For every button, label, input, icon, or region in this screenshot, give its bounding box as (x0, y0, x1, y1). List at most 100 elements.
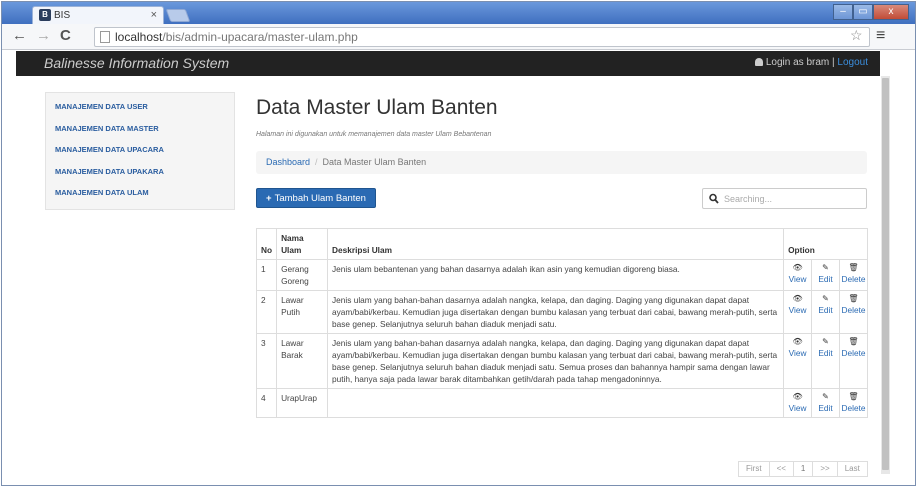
trash-icon: 🗑 (848, 392, 859, 401)
maximize-button[interactable]: ▭ (853, 4, 873, 20)
title-bar: B BIS × – ▭ x (2, 2, 915, 24)
edit-button[interactable]: ✎ Edit (811, 290, 840, 334)
view-label: View (788, 305, 807, 315)
logout-link[interactable]: Logout (837, 57, 868, 68)
view-button[interactable]: 👁 View (783, 333, 813, 389)
edit-button[interactable]: ✎ Edit (811, 388, 840, 418)
search-icon (709, 193, 719, 204)
tab-title: BIS (54, 10, 71, 21)
sidebar-item-user[interactable]: MANAJEMEN DATA USER (46, 96, 234, 118)
breadcrumb-dashboard[interactable]: Dashboard (266, 157, 310, 167)
eye-icon: 👁 (792, 392, 803, 401)
view-button[interactable]: 👁 View (783, 388, 813, 418)
scrollbar-thumb[interactable] (882, 78, 889, 470)
page-icon (100, 31, 110, 43)
url-bar[interactable]: localhost/bis/admin-upacara/master-ulam.… (94, 27, 870, 47)
cell-name: Lawar Barak (276, 333, 329, 389)
table-row: 4 UrapUrap 👁 View ✎ Edit 🗑 Delete (255, 388, 869, 418)
cell-desc: Jenis ulam yang bahan-bahan dasarnya ada… (327, 290, 785, 334)
new-tab-button[interactable] (165, 9, 191, 22)
trash-icon: 🗑 (848, 294, 859, 303)
tab-close-icon[interactable]: × (151, 7, 157, 24)
page-next[interactable]: >> (812, 461, 838, 477)
edit-icon: ✎ (822, 337, 829, 346)
forward-arrow-icon[interactable]: → (36, 28, 51, 44)
favicon-icon: B (39, 9, 51, 22)
sidebar: MANAJEMEN DATA USER MANAJEMEN DATA MASTE… (45, 92, 235, 210)
delete-label: Delete (841, 305, 866, 315)
cell-no: 1 (255, 259, 278, 291)
view-button[interactable]: 👁 View (783, 259, 813, 291)
cell-name: UrapUrap (276, 388, 329, 418)
top-navbar: Balinesse Information System Login as br… (16, 51, 880, 76)
edit-button[interactable]: ✎ Edit (811, 333, 840, 389)
minimize-button[interactable]: – (833, 4, 853, 20)
view-label: View (788, 274, 807, 284)
delete-label: Delete (841, 403, 866, 413)
reload-icon[interactable]: C (60, 28, 71, 44)
page-first[interactable]: First (738, 461, 770, 477)
view-label: View (788, 348, 807, 358)
table-header-row: No Nama Ulam Deskripsi Ulam Option (255, 228, 868, 260)
add-ulam-button[interactable]: + Tambah Ulam Banten (256, 188, 376, 208)
browser-menu-icon[interactable]: ≡ (876, 27, 885, 45)
edit-label: Edit (818, 274, 833, 284)
page-title: Data Master Ulam Banten (256, 96, 498, 119)
close-window-button[interactable]: x (873, 4, 909, 20)
table-row: 3 Lawar Barak Jenis ulam yang bahan-baha… (255, 333, 869, 389)
header-name: Nama Ulam (276, 228, 329, 260)
edit-label: Edit (818, 305, 833, 315)
delete-label: Delete (841, 348, 866, 358)
sidebar-item-master[interactable]: MANAJEMEN DATA MASTER (46, 118, 234, 140)
browser-tab[interactable]: B BIS × (32, 6, 164, 24)
cell-name: Lawar Putih (276, 290, 329, 334)
eye-icon: 👁 (792, 263, 803, 272)
sidebar-item-ulam[interactable]: MANAJEMEN DATA ULAM (46, 182, 234, 204)
page-current[interactable]: 1 (792, 461, 814, 477)
trash-icon: 🗑 (848, 263, 859, 272)
edit-icon: ✎ (822, 392, 829, 401)
vertical-scrollbar[interactable] (881, 76, 890, 474)
delete-button[interactable]: 🗑 Delete (838, 388, 869, 418)
trash-icon: 🗑 (848, 337, 859, 346)
cell-no: 2 (255, 290, 278, 334)
url-host: localhost (115, 30, 163, 44)
cell-no: 4 (255, 388, 278, 418)
edit-label: Edit (818, 403, 833, 413)
page-prev[interactable]: << (768, 461, 794, 477)
search-box (702, 188, 867, 209)
edit-icon: ✎ (822, 294, 829, 303)
edit-label: Edit (818, 348, 833, 358)
breadcrumb-separator: / (315, 157, 318, 167)
edit-button[interactable]: ✎ Edit (811, 259, 840, 291)
cell-no: 3 (255, 333, 278, 389)
table-row: 2 Lawar Putih Jenis ulam yang bahan-baha… (255, 290, 869, 334)
window-controls: – ▭ x (833, 4, 909, 20)
cell-desc: Jenis ulam yang bahan-bahan dasarnya ada… (327, 333, 785, 389)
login-text: Login as bram | (765, 57, 838, 68)
cell-desc (327, 388, 785, 418)
sidebar-item-upacara[interactable]: MANAJEMEN DATA UPACARA (46, 139, 234, 161)
cell-name: Gerang Goreng (276, 259, 329, 291)
back-arrow-icon[interactable]: ← (12, 28, 27, 44)
header-option: Option (783, 228, 868, 260)
browser-window: B BIS × – ▭ x ← → C localhost/bis/admin-u… (1, 1, 916, 486)
add-ulam-label: Tambah Ulam Banten (274, 193, 366, 204)
delete-button[interactable]: 🗑 Delete (838, 290, 869, 334)
cell-desc: Jenis ulam bebantenan yang bahan dasarny… (327, 259, 785, 291)
pagination: First << 1 >> Last (738, 461, 868, 477)
page-last[interactable]: Last (836, 461, 868, 477)
bookmark-star-icon[interactable]: ☆ (850, 27, 863, 44)
view-label: View (788, 403, 807, 413)
plus-icon: + (266, 193, 272, 204)
delete-button[interactable]: 🗑 Delete (838, 333, 869, 389)
sidebar-item-upakara[interactable]: MANAJEMEN DATA UPAKARA (46, 161, 234, 183)
brand-title[interactable]: Balinesse Information System (44, 55, 229, 71)
view-button[interactable]: 👁 View (783, 290, 813, 334)
delete-button[interactable]: 🗑 Delete (838, 259, 869, 291)
url-path: /bis/admin-upacara/master-ulam.php (162, 30, 358, 44)
header-no: No (255, 228, 278, 260)
search-input[interactable] (724, 191, 862, 206)
delete-label: Delete (841, 274, 866, 284)
eye-icon: 👁 (792, 337, 803, 346)
